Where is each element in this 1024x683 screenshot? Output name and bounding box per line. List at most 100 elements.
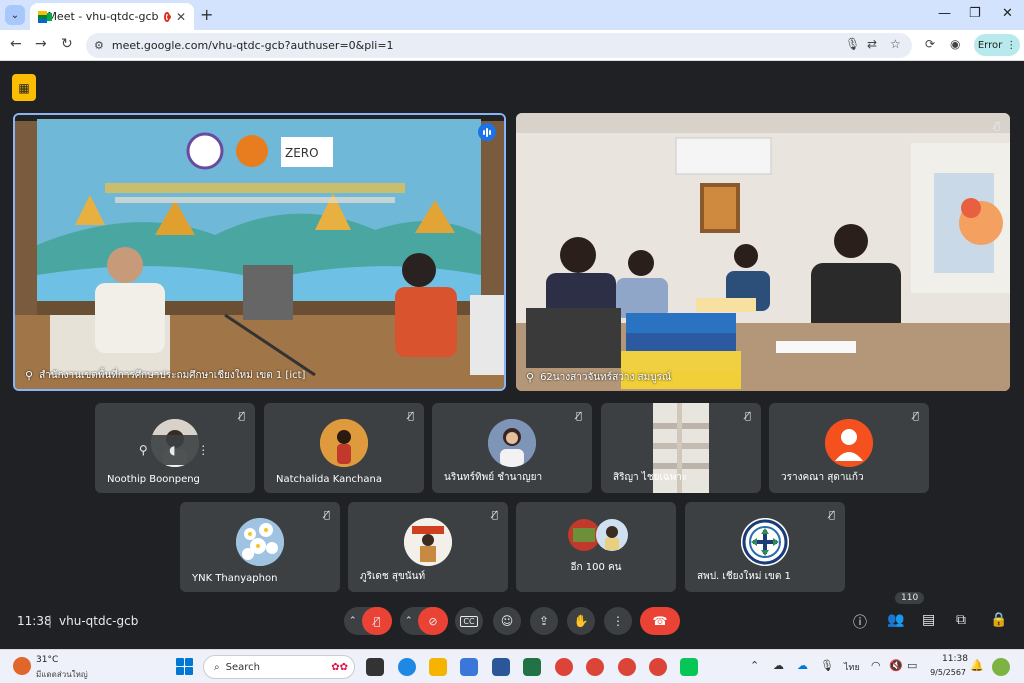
weather-sun-icon[interactable] <box>13 657 31 675</box>
chrome-profile-4-icon[interactable] <box>649 658 667 676</box>
minimize-icon[interactable]: — <box>938 6 951 21</box>
muted-mic-icon: 🎙̸ <box>828 510 835 521</box>
main-video-tile-2[interactable]: 🎙̸ ⚲ 62นางสาวจันทร์สว่าง สมบูรณ์ <box>516 113 1010 391</box>
chat-icon[interactable]: ▤ <box>922 612 935 628</box>
main-video-tile-1[interactable]: ZERO ⚲ สำนักงานเขตพื้นที่การศึกษาประถมศึ… <box>13 113 506 391</box>
mic-off-button[interactable]: 🎙̸ <box>362 607 392 635</box>
edge-icon[interactable] <box>398 658 416 676</box>
chrome-icon[interactable] <box>555 658 573 676</box>
muted-mic-icon: 🎙̸ <box>744 411 751 422</box>
audio-options-chevron-icon[interactable]: ⌃ <box>349 616 357 626</box>
volume-muted-icon[interactable]: 🔇 <box>889 659 903 672</box>
site-info-icon[interactable]: ⚙ <box>94 39 104 52</box>
word-icon[interactable] <box>492 658 510 676</box>
activities-icon[interactable]: ⧉ <box>956 612 966 628</box>
chrome-profile-2-icon[interactable] <box>586 658 604 676</box>
extension-icon[interactable]: ⟳ <box>925 37 935 51</box>
menu-dots-icon: ⋮ <box>1006 39 1017 51</box>
active-tab[interactable]: Meet - vhu-qtdc-gcb ✕ <box>30 3 194 30</box>
battery-icon[interactable]: ▭ <box>907 659 917 672</box>
reactions-button[interactable]: ☺ <box>493 607 521 635</box>
error-label: Error <box>977 39 1003 51</box>
cloud-icon[interactable]: ☁ <box>773 659 784 672</box>
svg-text:ZERO: ZERO <box>285 146 319 160</box>
file-explorer-icon[interactable] <box>429 658 447 676</box>
pin-icon[interactable]: ⚲ <box>526 371 534 384</box>
show-hidden-icons-icon[interactable]: ⌃ <box>750 659 759 672</box>
meet-stage: ▦ ZERO ⚲ สำนักงานเขตพื้นที่การศึกษาประถม… <box>0 61 1024 649</box>
muted-mic-icon: 🎙̸ <box>491 510 498 521</box>
store-icon[interactable] <box>460 658 478 676</box>
participant-name-label: สพป. เชียงใหม่ เขต 1 <box>697 569 791 584</box>
meeting-details-icon[interactable]: ⓘ <box>853 612 867 632</box>
participant-tile[interactable]: 🎙̸ สพป. เชียงใหม่ เขต 1 <box>685 502 845 592</box>
video-options-chevron-icon[interactable]: ⌃ <box>405 616 413 626</box>
chrome-profile-3-icon[interactable] <box>618 658 636 676</box>
new-tab-icon[interactable]: + <box>200 5 213 24</box>
excel-icon[interactable] <box>523 658 541 676</box>
participant-name: นรินทร์ทิพย์ ชำนาญยา <box>444 472 543 483</box>
close-tab-icon[interactable]: ✕ <box>176 10 186 24</box>
wifi-icon[interactable]: ◠ <box>871 659 881 672</box>
meeting-code: vhu-qtdc-gcb <box>59 614 139 628</box>
others-avatars <box>567 518 628 552</box>
participant-name: ภูริเดช สุขนันท์ <box>360 571 426 582</box>
participant-tile[interactable]: ⚲ ◖ ⋮ 🎙̸ Noothip Boonpeng <box>95 403 255 493</box>
notifications-bell-icon[interactable]: 🔔 <box>970 659 984 672</box>
microphone-icon[interactable]: 🎙 <box>845 37 860 51</box>
participant-tile[interactable]: 🎙̸ วรางคณา สุดาแก้ว <box>769 403 929 493</box>
muted-mic-icon: 🎙̸ <box>993 121 1000 132</box>
windows-start-icon[interactable] <box>176 658 193 675</box>
pin-icon[interactable]: ⚲ <box>139 443 148 457</box>
task-view-icon[interactable] <box>366 658 384 676</box>
translate-icon[interactable]: ⇄ <box>867 37 877 51</box>
back-icon[interactable]: ← <box>10 36 22 52</box>
more-options-icon[interactable]: ⋮ <box>197 443 209 457</box>
meeting-controls-bar: 11:38 | vhu-qtdc-gcb ⌃ 🎙̸ ⌃ ⊘ CC ☺ ⇪ ✋ ⋮… <box>0 592 1024 649</box>
restore-icon[interactable]: ❐ <box>969 6 981 21</box>
microphone-tray-icon[interactable]: 🎙 <box>820 659 834 672</box>
system-date[interactable]: 9/5/2567 <box>926 668 966 677</box>
participant-tile[interactable]: 🎙̸ นรินทร์ทิพย์ ชำนาญยา <box>432 403 592 493</box>
line-icon[interactable] <box>680 658 698 676</box>
system-time[interactable]: 11:38 <box>942 654 968 664</box>
error-button[interactable]: Error ⋮ <box>974 34 1020 56</box>
forward-icon[interactable]: → <box>35 36 47 52</box>
muted-mic-icon: 🎙̸ <box>912 411 919 422</box>
host-controls-icon[interactable]: 🔒 <box>990 612 1007 628</box>
participant-name-label: Noothip Boonpeng <box>107 474 200 485</box>
participant-avatar <box>320 418 368 467</box>
reload-icon[interactable]: ↻ <box>61 36 73 52</box>
others-tile[interactable]: อีก 100 คน <box>516 502 676 592</box>
participant-tile[interactable]: 🎙̸ สิริญา ไชยเฉพาะ <box>601 403 761 493</box>
participant-tile[interactable]: 🎙̸ YNK Thanyaphon <box>180 502 340 592</box>
unpin-icon[interactable]: ⚲ <box>25 369 33 382</box>
participant-name: 62นางสาวจันทร์สว่าง สมบูรณ์ <box>540 372 672 383</box>
camera-off-button[interactable]: ⊘ <box>418 607 448 635</box>
meeting-clock: 11:38 <box>17 614 52 628</box>
address-bar[interactable]: ⚙ meet.google.com/vhu-qtdc-gcb?authuser=… <box>86 33 912 58</box>
captions-button[interactable]: CC <box>455 607 483 635</box>
browser-toolbar: ← → ↻ ⚙ meet.google.com/vhu-qtdc-gcb?aut… <box>0 30 1024 61</box>
raise-hand-button[interactable]: ✋ <box>567 607 595 635</box>
more-options-button[interactable]: ⋮ <box>604 607 632 635</box>
separator: | <box>48 614 53 628</box>
participant-tile[interactable]: 🎙̸ Natchalida Kanchana <box>264 403 424 493</box>
participant-count-badge: 110 <box>895 592 925 604</box>
people-icon[interactable]: 👥 <box>887 612 904 628</box>
input-language[interactable]: ไทย <box>844 660 860 674</box>
participant-name-label: นรินทร์ทิพย์ ชำนาญยา <box>444 470 542 485</box>
copilot-icon[interactable] <box>992 658 1010 676</box>
close-window-icon[interactable]: ✕ <box>1002 6 1013 21</box>
present-button[interactable]: ⇪ <box>530 607 558 635</box>
tab-search-icon[interactable]: ⌄ <box>5 5 25 25</box>
bookmark-star-icon[interactable]: ☆ <box>890 37 901 51</box>
profile-icon[interactable]: ◉ <box>950 37 960 51</box>
mute-participant-icon[interactable]: ◖ <box>169 443 175 457</box>
onedrive-icon[interactable]: ☁ <box>797 659 808 672</box>
taskbar-search[interactable]: ⌕ Search ✿✿ <box>203 655 355 679</box>
captions-off-icon[interactable]: ▦ <box>12 74 36 101</box>
leave-call-button[interactable]: ☎ <box>640 607 680 635</box>
participant-tile[interactable]: 🎙̸ ภูริเดช สุขนันท์ <box>348 502 508 592</box>
present-screen-icon: ⇪ <box>538 614 550 628</box>
